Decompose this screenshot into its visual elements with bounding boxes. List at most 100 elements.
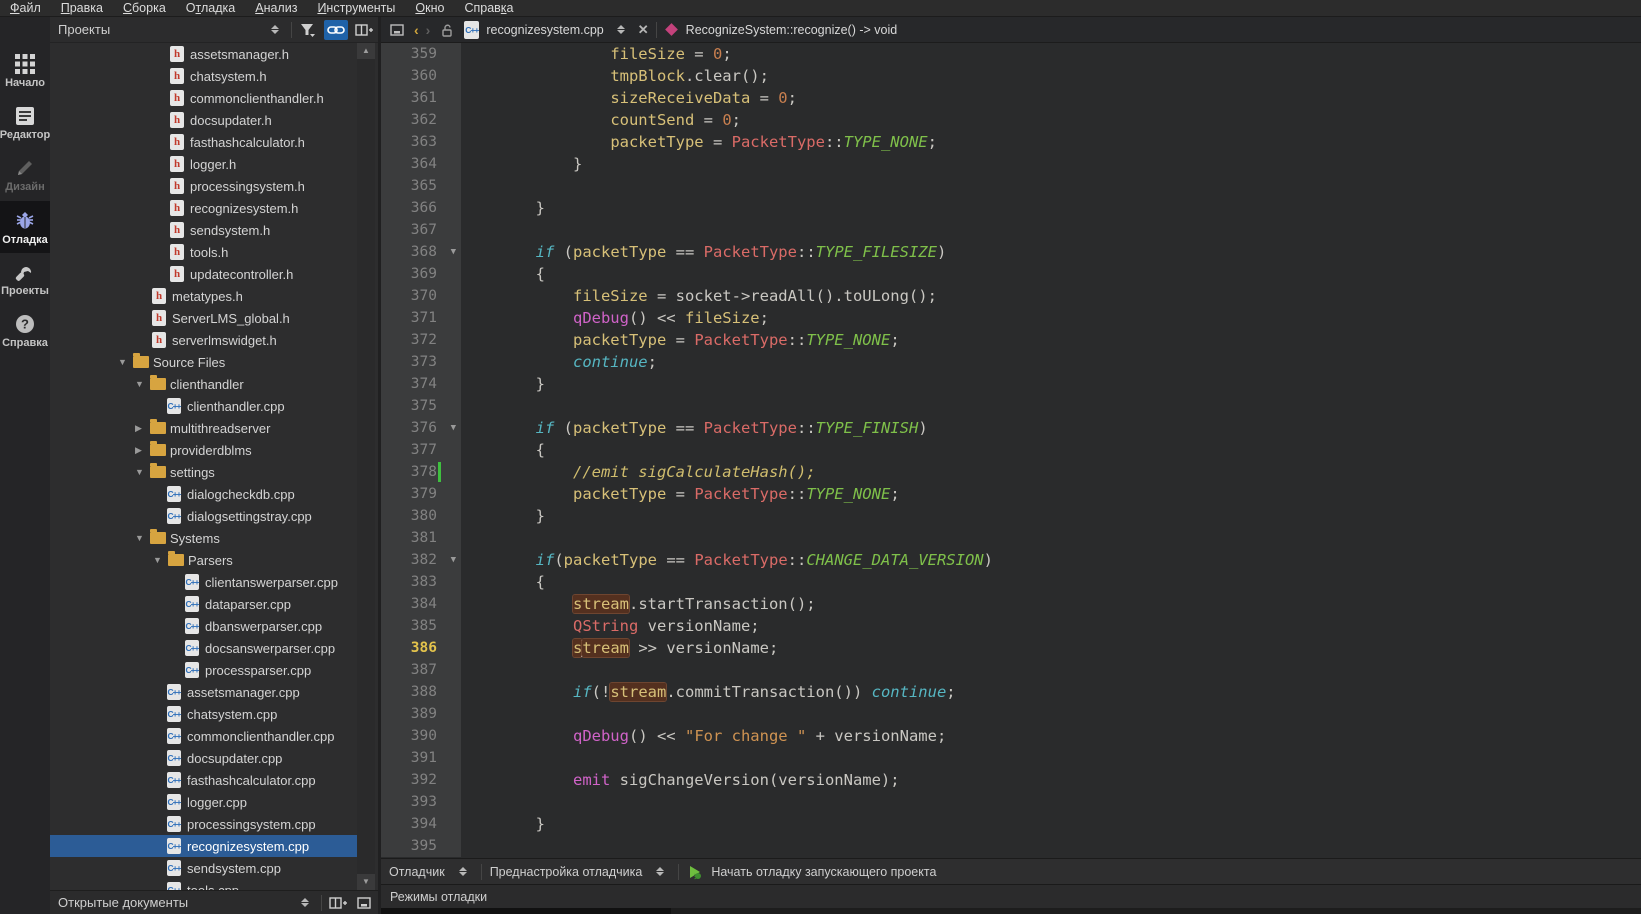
tree-item-recognizesystem.h[interactable]: hrecognizesystem.h [50,197,360,219]
tree-item-chatsystem.cpp[interactable]: C++chatsystem.cpp [50,703,360,725]
line-number-gutter[interactable]: 388 [381,681,461,703]
tree-item-assetsmanager.h[interactable]: hassetsmanager.h [50,43,360,65]
expand-arrow-icon[interactable]: ▶ [135,445,150,456]
line-number-gutter[interactable]: 384 [381,593,461,615]
fold-marker-icon[interactable]: ▼ [451,241,456,263]
preset-dropdown-icon[interactable] [650,862,670,882]
tree-item-clientanswerparser.cpp[interactable]: C++clientanswerparser.cpp [50,571,360,593]
tree-item-assetsmanager.cpp[interactable]: C++assetsmanager.cpp [50,681,360,703]
tree-scrollbar[interactable]: ▲ ▼ [357,43,375,890]
line-number-gutter[interactable]: 392 [381,769,461,791]
sync-with-editor-icon[interactable] [324,20,348,40]
mode-welcome[interactable]: Начало [0,45,50,97]
line-number-gutter[interactable]: 378 [381,461,461,483]
scroll-down-icon[interactable]: ▼ [357,874,375,890]
line-number-gutter[interactable]: 382▼ [381,549,461,571]
line-number-gutter[interactable]: 367 [381,219,461,241]
line-number-gutter[interactable]: 360 [381,65,461,87]
tree-item-chatsystem.h[interactable]: hchatsystem.h [50,65,360,87]
scroll-up-icon[interactable]: ▲ [357,43,375,59]
tree-item-recognizesystem.cpp[interactable]: C++recognizesystem.cpp [50,835,360,857]
mode-editor[interactable]: Редактор [0,97,50,149]
line-number-gutter[interactable]: 387 [381,659,461,681]
tree-item-multithreadserver[interactable]: ▶multithreadserver [50,417,360,439]
tree-item-Systems[interactable]: ▼Systems [50,527,360,549]
line-number-gutter[interactable]: 394 [381,813,461,835]
line-number-gutter[interactable]: 366 [381,197,461,219]
collapse-arrow-icon[interactable]: ▼ [118,357,133,367]
mode-debug[interactable]: Отладка [0,201,50,253]
menu-Правка[interactable]: Правка [51,0,113,17]
line-number-gutter[interactable]: 393 [381,791,461,813]
menu-Сборка[interactable]: Сборка [113,0,176,17]
tree-item-updatecontroller.h[interactable]: hupdatecontroller.h [50,263,360,285]
menu-Отладка[interactable]: Отладка [176,0,245,17]
fold-marker-icon[interactable]: ▼ [451,549,456,571]
line-number-gutter[interactable]: 369 [381,263,461,285]
line-number-gutter[interactable]: 380 [381,505,461,527]
tree-item-fasthashcalculator.cpp[interactable]: C++fasthashcalculator.cpp [50,769,360,791]
mode-help[interactable]: ? Справка [0,305,50,357]
line-number-gutter[interactable]: 365 [381,175,461,197]
mode-projects[interactable]: Проекты [0,253,50,305]
opendocs-dropdown-icon[interactable] [295,893,315,913]
start-debug-icon[interactable] [687,864,703,880]
tree-item-logger.cpp[interactable]: C++logger.cpp [50,791,360,813]
line-number-gutter[interactable]: 383 [381,571,461,593]
fold-marker-icon[interactable]: ▼ [451,417,456,439]
line-number-gutter[interactable]: 361 [381,87,461,109]
tree-item-docsupdater.h[interactable]: hdocsupdater.h [50,109,360,131]
line-number-gutter[interactable]: 381 [381,527,461,549]
tree-item-serverlmswidget.h[interactable]: hserverlmswidget.h [50,329,360,351]
line-number-gutter[interactable]: 372 [381,329,461,351]
tree-item-commonclienthandler.cpp[interactable]: C++commonclienthandler.cpp [50,725,360,747]
tree-item-dataparser.cpp[interactable]: C++dataparser.cpp [50,593,360,615]
line-number-gutter[interactable]: 385 [381,615,461,637]
code-editor[interactable]: 359 fileSize = 0;360 tmpBlock.clear();36… [381,43,1641,858]
expand-arrow-icon[interactable]: ▶ [135,423,150,434]
line-number-gutter[interactable]: 374 [381,373,461,395]
line-number-gutter[interactable]: 373 [381,351,461,373]
line-number-gutter[interactable]: 359 [381,43,461,65]
tree-item-tools.h[interactable]: htools.h [50,241,360,263]
tree-item-Source Files[interactable]: ▼Source Files [50,351,360,373]
start-debug-button[interactable]: Начать отладку запускающего проекта [711,865,936,879]
line-number-gutter[interactable]: 364 [381,153,461,175]
tree-item-docsanswerparser.cpp[interactable]: C++docsanswerparser.cpp [50,637,360,659]
tree-item-tools.cpp[interactable]: C++tools.cpp [50,879,360,890]
current-symbol[interactable]: RecognizeSystem::recognize() -> void [686,23,898,37]
line-number-gutter[interactable]: 375 [381,395,461,417]
tree-item-processingsystem.cpp[interactable]: C++processingsystem.cpp [50,813,360,835]
tree-item-commonclienthandler.h[interactable]: hcommonclienthandler.h [50,87,360,109]
filter-icon[interactable] [298,20,318,40]
go-forward-icon[interactable]: › [426,22,431,38]
collapse-arrow-icon[interactable]: ▼ [135,379,150,389]
menu-Инструменты[interactable]: Инструменты [307,0,405,17]
tree-item-metatypes.h[interactable]: hmetatypes.h [50,285,360,307]
menu-Анализ[interactable]: Анализ [245,0,307,17]
panel-selector-dropdown-icon[interactable] [265,20,285,40]
line-number-gutter[interactable]: 363 [381,131,461,153]
tree-item-processparser.cpp[interactable]: C++processparser.cpp [50,659,360,681]
tree-item-dbanswerparser.cpp[interactable]: C++dbanswerparser.cpp [50,615,360,637]
line-number-gutter[interactable]: 379 [381,483,461,505]
line-number-gutter[interactable]: 386 [381,637,461,659]
menu-Файл[interactable]: Файл [0,0,51,17]
tree-item-clienthandler[interactable]: ▼clienthandler [50,373,360,395]
debugger-preset-combo[interactable]: Преднастройка отладчика [490,865,643,879]
split-icon[interactable] [354,20,374,40]
tree-item-dialogcheckdb.cpp[interactable]: C++dialogcheckdb.cpp [50,483,360,505]
menu-Справка[interactable]: Справка [454,0,523,17]
collapse-arrow-icon[interactable]: ▼ [153,555,168,565]
tree-item-processingsystem.h[interactable]: hprocessingsystem.h [50,175,360,197]
collapse-arrow-icon[interactable]: ▼ [135,467,150,477]
collapse-panel-icon[interactable] [354,893,374,913]
tree-item-clienthandler.cpp[interactable]: C++clienthandler.cpp [50,395,360,417]
tree-item-dialogsettingstray.cpp[interactable]: C++dialogsettingstray.cpp [50,505,360,527]
debugger-combo[interactable]: Отладчик [389,865,445,879]
tree-item-settings[interactable]: ▼settings [50,461,360,483]
tree-item-Parsers[interactable]: ▼Parsers [50,549,360,571]
line-number-gutter[interactable]: 389 [381,703,461,725]
tree-item-ServerLMS_global.h[interactable]: hServerLMS_global.h [50,307,360,329]
tree-item-fasthashcalculator.h[interactable]: hfasthashcalculator.h [50,131,360,153]
